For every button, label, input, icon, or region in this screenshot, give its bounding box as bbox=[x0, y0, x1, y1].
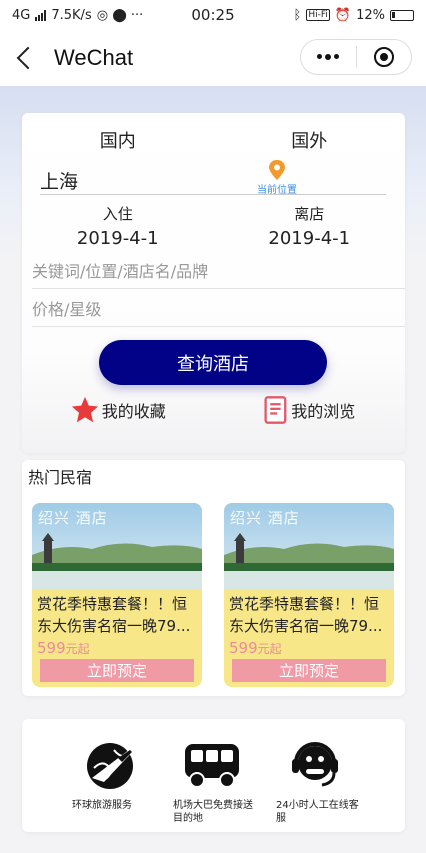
hifi-badge: Hi-Fi bbox=[306, 9, 330, 21]
service-airport-bus[interactable]: 机场大巴免费接送目的地 bbox=[167, 737, 257, 825]
bluetooth-icon: ᛒ bbox=[293, 7, 302, 23]
checkin-label: 入住 bbox=[102, 205, 133, 223]
checkin-date[interactable]: 入住 2019-4-1 bbox=[22, 203, 214, 249]
checkin-value: 2019-4-1 bbox=[76, 228, 159, 249]
tab-domestic[interactable]: 国内 bbox=[22, 127, 214, 153]
price-star-input[interactable]: 价格/星级 bbox=[32, 289, 405, 327]
favorites-label: 我的收藏 bbox=[101, 402, 166, 421]
location-label: 当前位置 bbox=[257, 185, 297, 196]
popular-homestays-section: 热门民宿 绍兴 酒店 赏花季特惠套餐！！恒东大伤害名宿一晚79... 599元起… bbox=[22, 460, 405, 696]
headset-agent-icon bbox=[292, 742, 338, 787]
network-speed: 7.5K/s bbox=[51, 7, 92, 23]
tab-overseas[interactable]: 国外 bbox=[214, 127, 406, 153]
homestay-tag: 绍兴 酒店 bbox=[230, 509, 300, 527]
book-now-button[interactable]: 立即预定 bbox=[232, 659, 386, 682]
homestay-description: 赏花季特惠套餐！！恒东大伤害名宿一晚79... bbox=[229, 595, 383, 635]
close-button[interactable] bbox=[357, 47, 412, 67]
homestay-price: 599元起 bbox=[37, 639, 90, 657]
document-icon bbox=[264, 396, 287, 424]
hotel-search-card: 国内 国外 上海 当前位置 入住 2019-4-1 离店 2019-4-1 关键… bbox=[22, 113, 405, 453]
network-type: 4G bbox=[12, 7, 31, 23]
current-location-button[interactable]: 当前位置 bbox=[252, 159, 302, 196]
mini-program-capsule bbox=[300, 39, 412, 75]
clock: 00:25 bbox=[191, 6, 235, 24]
checkout-date[interactable]: 离店 2019-4-1 bbox=[214, 203, 406, 249]
location-pin-icon bbox=[269, 160, 285, 180]
section-title: 热门民宿 bbox=[28, 468, 93, 487]
close-icon bbox=[373, 47, 394, 67]
history-label: 我的浏览 bbox=[291, 402, 356, 421]
nav-bar: WeChat bbox=[0, 30, 426, 86]
homestay-card[interactable]: 绍兴 酒店 赏花季特惠套餐！！恒东大伤害名宿一晚79... 599元起 立即预定 bbox=[224, 503, 394, 687]
service-customer-support[interactable]: 24小时人工在线客服 bbox=[270, 737, 360, 825]
keyword-input[interactable]: 关键词/位置/酒店名/品牌 bbox=[32, 251, 405, 289]
checkout-value: 2019-4-1 bbox=[268, 228, 351, 249]
more-button[interactable] bbox=[301, 54, 356, 60]
battery-icon bbox=[390, 9, 414, 21]
alarm-icon: ⏰ bbox=[334, 7, 352, 23]
service-global-travel[interactable]: 环球旅游服务 bbox=[66, 737, 156, 812]
homestay-tag: 绍兴 酒店 bbox=[38, 509, 108, 527]
city-selector[interactable]: 上海 当前位置 bbox=[40, 160, 386, 196]
bus-icon bbox=[185, 744, 239, 788]
my-history-button[interactable]: 我的浏览 bbox=[214, 395, 406, 425]
back-icon[interactable] bbox=[16, 46, 40, 70]
battery-percent: 12% bbox=[356, 7, 385, 23]
signal-icon bbox=[35, 9, 47, 21]
search-hotel-button[interactable]: 查询酒店 bbox=[99, 340, 327, 385]
city-name[interactable]: 上海 bbox=[40, 167, 78, 194]
service-label: 机场大巴免费接送目的地 bbox=[173, 800, 253, 824]
service-label: 环球旅游服务 bbox=[72, 800, 132, 811]
my-favorites-button[interactable]: 我的收藏 bbox=[22, 395, 214, 425]
app-notification-icons: ◎ ⬤ ··· bbox=[96, 7, 144, 23]
page-title: WeChat bbox=[54, 45, 134, 70]
homestay-description: 赏花季特惠套餐！！恒东大伤害名宿一晚79... bbox=[37, 595, 191, 635]
star-icon bbox=[71, 396, 98, 423]
globe-plane-icon bbox=[87, 743, 136, 789]
checkout-label: 离店 bbox=[294, 205, 325, 223]
homestay-card[interactable]: 绍兴 酒店 赏花季特惠套餐！！恒东大伤害名宿一晚79... 599元起 立即预定 bbox=[32, 503, 202, 687]
service-label: 24小时人工在线客服 bbox=[276, 800, 359, 824]
status-bar: 4G 7.5K/s ◎ ⬤ ··· 00:25 ᛒ Hi-Fi ⏰ 12% bbox=[0, 0, 426, 30]
services-section: 环球旅游服务 机场大巴免费接送目的地 24小时人工在线客服 bbox=[22, 719, 405, 832]
book-now-button[interactable]: 立即预定 bbox=[40, 659, 194, 682]
homestay-price: 599元起 bbox=[229, 639, 282, 657]
